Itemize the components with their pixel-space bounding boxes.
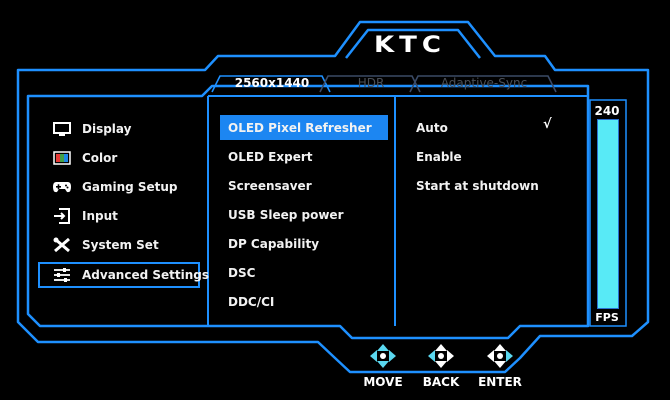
sidebar-item-color[interactable]: Color [52,147,117,169]
submenu-item-oled-expert[interactable]: OLED Expert [228,146,388,168]
tab-adaptive-sync[interactable]: Adaptive-Sync [420,74,548,92]
sidebar-item-label: Gaming Setup [82,180,178,194]
sidebar-item-advanced-settings[interactable]: Advanced Settings [52,264,209,286]
osd-frame [16,20,650,374]
check-mark-icon: √ [543,117,552,132]
sidebar-item-gaming-setup[interactable]: Gaming Setup [52,176,178,198]
sliders-icon [52,267,72,283]
fps-max-label: 240 [594,104,620,118]
sidebar-item-label: System Set [82,238,159,252]
color-palette-icon [52,150,72,166]
sidebar-item-label: Display [82,122,132,136]
submenu-item-oled-pixel-refresher[interactable]: OLED Pixel Refresher [228,117,388,139]
sidebar-item-display[interactable]: Display [52,118,131,140]
brand-logo: KTC [374,32,446,58]
sidebar-item-input[interactable]: Input [52,205,118,227]
move-label: MOVE [363,375,403,389]
option-start-at-shutdown[interactable]: Start at shutdown [416,175,566,197]
back-arrows-icon [428,344,454,368]
tools-icon [52,237,72,253]
back-label: BACK [422,375,460,389]
enter-arrows-icon [487,344,513,368]
enter-button[interactable]: ENTER [470,343,530,389]
submenu-item-usb-sleep-power[interactable]: USB Sleep power [228,204,388,226]
option-enable[interactable]: Enable [416,146,566,168]
enter-label: ENTER [478,375,522,389]
sidebar-item-label: Color [82,151,118,165]
sidebar-item-system-set[interactable]: System Set [52,234,159,256]
sidebar-item-label: Input [82,209,118,223]
tab-hdr[interactable]: HDR [330,74,412,92]
tab-resolution[interactable]: 2560x1440 [222,74,322,92]
fps-unit-label: FPS [595,311,619,324]
submenu-item-dp-capability[interactable]: DP Capability [228,233,388,255]
submenu-item-dsc[interactable]: DSC [228,262,388,284]
monitor-icon [52,121,72,137]
back-button[interactable]: BACK [411,343,471,389]
move-button[interactable]: MOVE [353,343,413,389]
move-arrows-icon [370,344,396,368]
gamepad-icon [52,179,72,195]
submenu-item-screensaver[interactable]: Screensaver [228,175,388,197]
submenu-item-ddc-ci[interactable]: DDC/CI [228,291,388,313]
fps-meter-bar [597,119,619,309]
fps-meter-fill [598,120,618,308]
sidebar-item-label: Advanced Settings [82,268,210,282]
input-icon [52,208,72,224]
